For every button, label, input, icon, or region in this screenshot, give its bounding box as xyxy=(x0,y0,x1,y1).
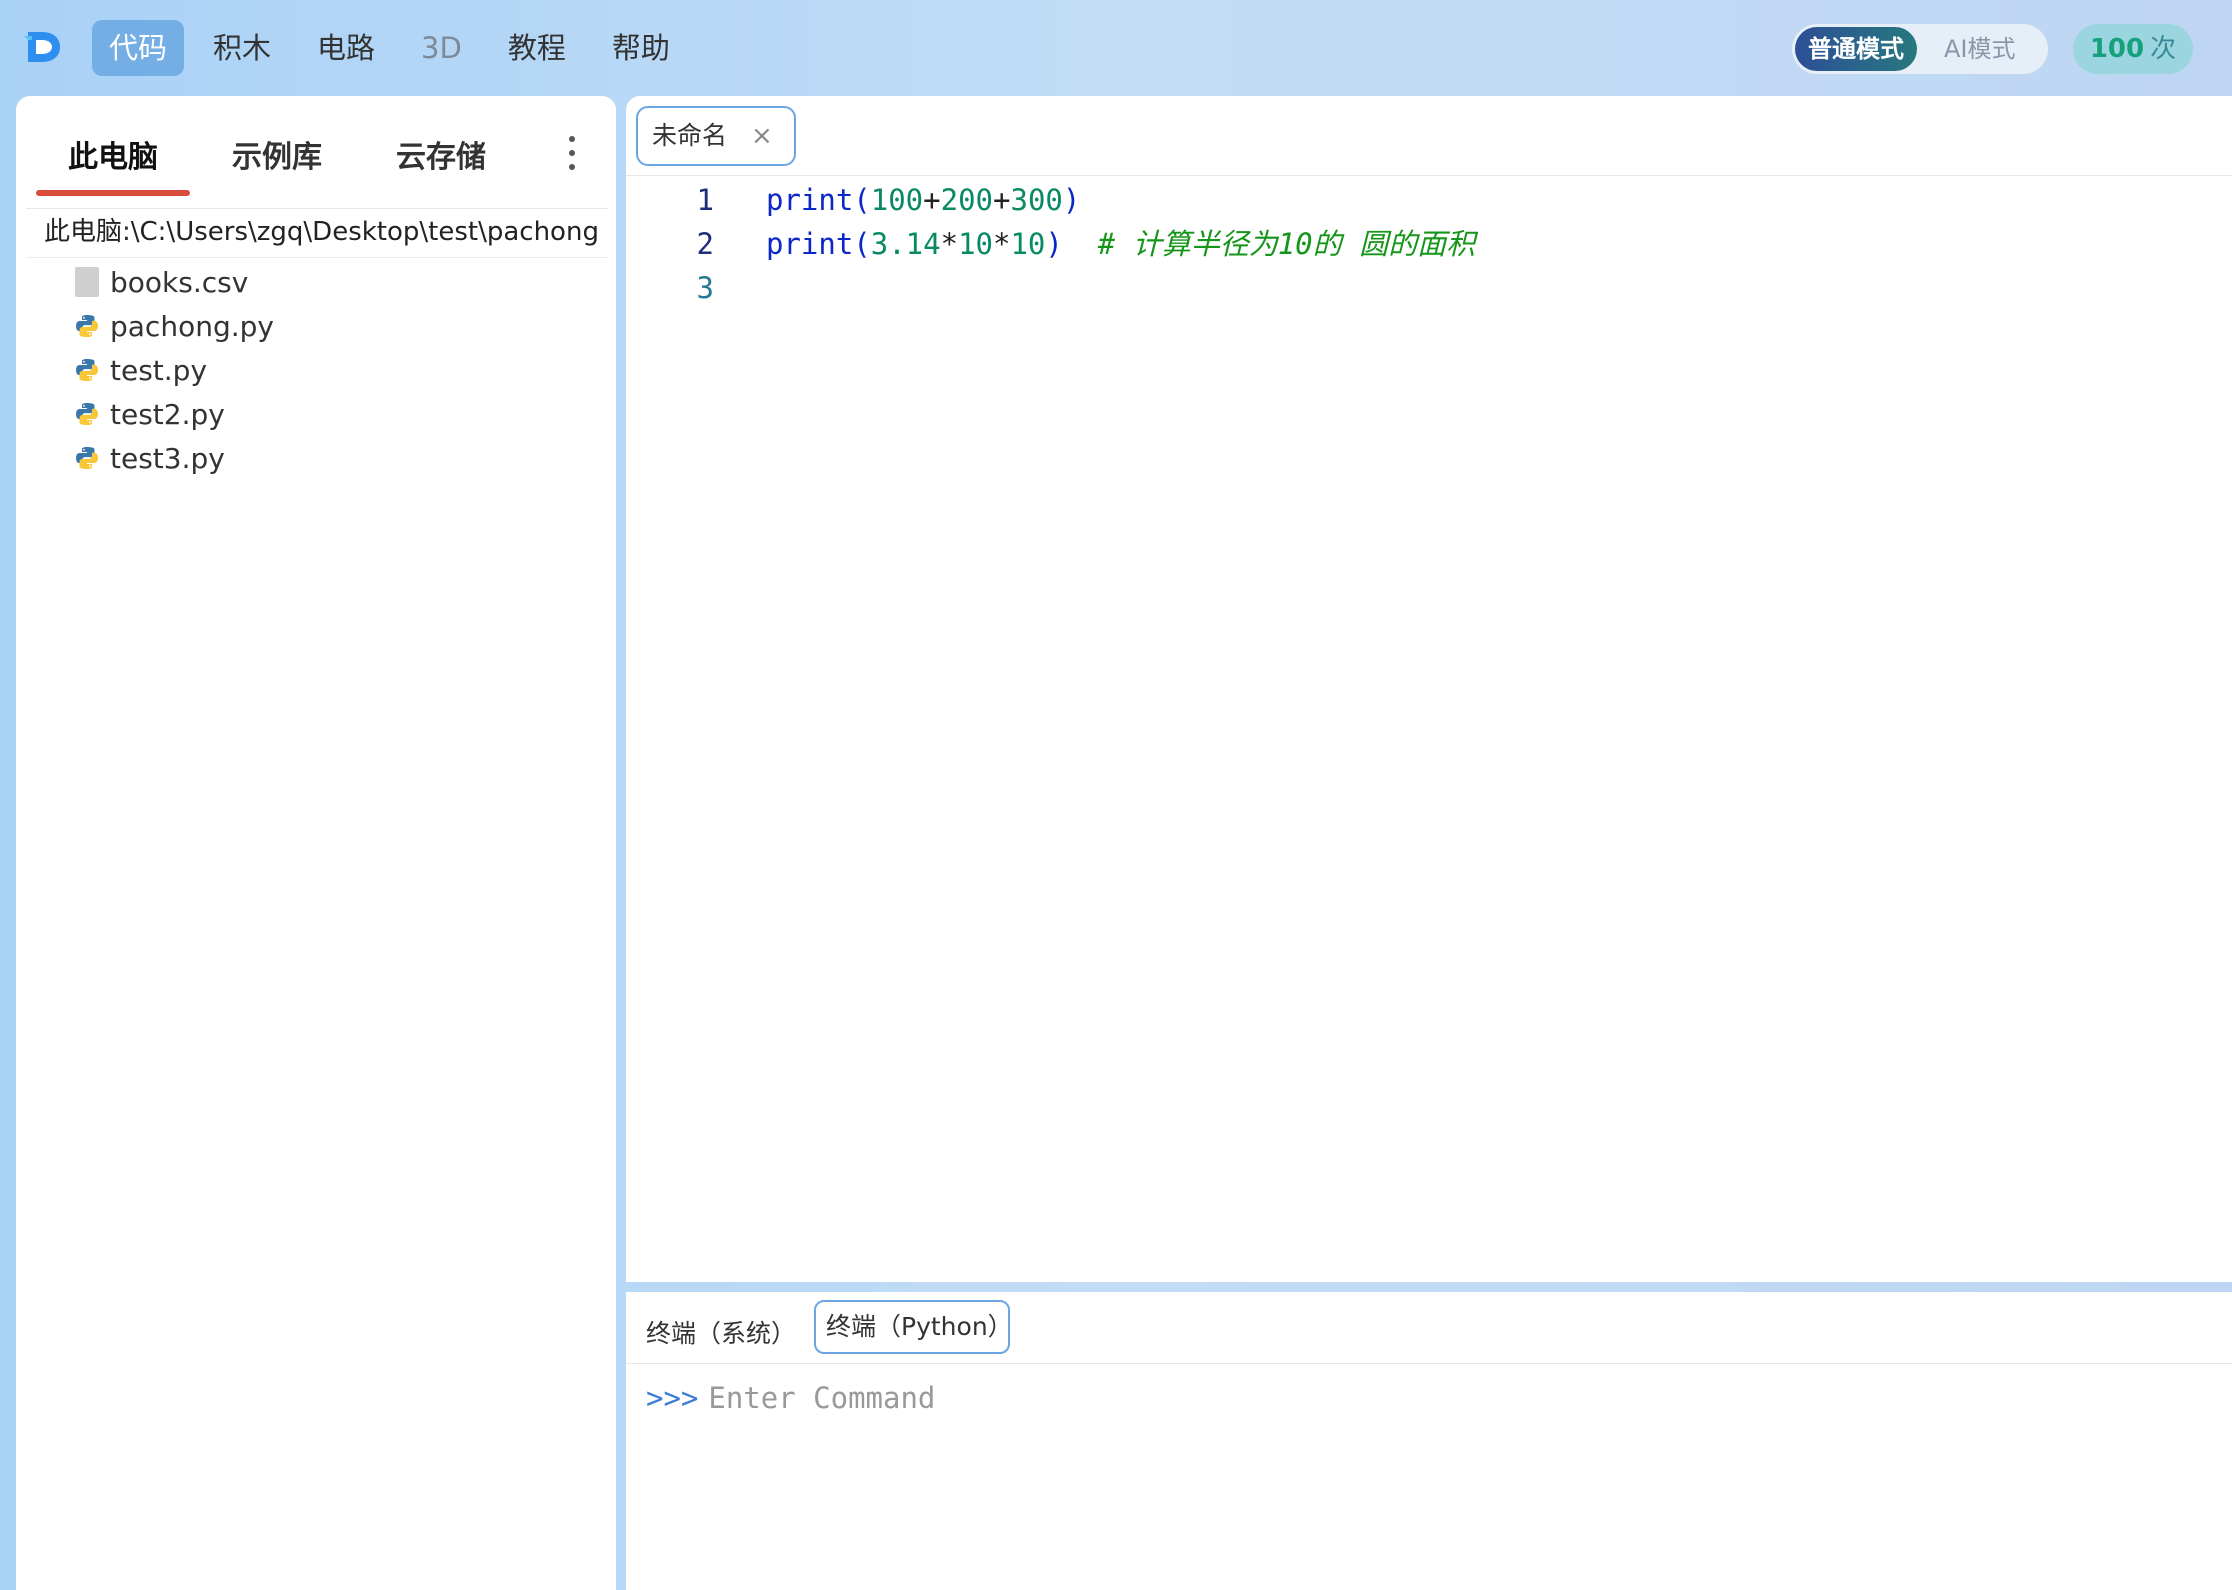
file-name: test3.py xyxy=(110,441,225,475)
nav-tutorial[interactable]: 教程 xyxy=(491,20,583,76)
tab-this-pc[interactable]: 此电脑 xyxy=(68,132,158,176)
file-name: pachong.py xyxy=(110,309,274,343)
code-token: ) xyxy=(1045,227,1063,261)
tab-cloud-storage[interactable]: 云存储 xyxy=(396,132,486,176)
divider xyxy=(626,1363,2232,1364)
main-nav: 代码 积木 电路 3D 教程 帮助 xyxy=(92,20,687,76)
nav-help[interactable]: 帮助 xyxy=(595,20,687,76)
code-token: 10 xyxy=(1010,227,1046,261)
editor-tab-untitled[interactable]: 未命名 × xyxy=(636,106,796,166)
current-path: 此电脑:\C:\Users\zgq\Desktop\test\pachong xyxy=(26,208,608,258)
code-token: 3.14 xyxy=(870,227,941,261)
list-item[interactable]: test3.py xyxy=(74,436,274,480)
command-placeholder: Enter Command xyxy=(708,1381,936,1415)
code-text: print(100+200+300) xyxy=(766,178,1080,222)
tab-terminal-python[interactable]: 终端（Python） xyxy=(814,1300,1013,1354)
code-token: 200 xyxy=(940,183,994,217)
code-token: print( xyxy=(766,227,871,261)
normal-mode-button[interactable]: 普通模式 xyxy=(1795,27,1917,71)
list-item[interactable]: books.csv xyxy=(74,260,274,304)
more-options-icon[interactable] xyxy=(562,136,582,170)
close-icon[interactable]: × xyxy=(751,108,773,164)
line-number: 1 xyxy=(696,183,714,217)
code-line: 1 print(100+200+300) xyxy=(626,178,2232,222)
file-name: books.csv xyxy=(110,265,249,299)
code-area[interactable]: 1 print(100+200+300) 2 print(3.14*10*10)… xyxy=(626,178,2232,310)
command-input[interactable]: >>> Enter Command xyxy=(646,1376,935,1420)
quota-count: 100 xyxy=(2089,34,2145,64)
code-line: 3 xyxy=(626,266,2232,310)
file-sidebar: 此电脑 示例库 云存储 此电脑:\C:\Users\zgq\Desktop\te… xyxy=(16,96,616,1590)
editor-tab-bar: 未命名 × xyxy=(626,96,2232,176)
list-item[interactable]: test.py xyxy=(74,348,274,392)
file-icon xyxy=(74,267,100,297)
python-icon xyxy=(74,355,100,385)
code-comment: # 计算半径为10的 圆的面积 xyxy=(1097,227,1476,261)
top-bar: 代码 积木 电路 3D 教程 帮助 普通模式 AI模式 100 次 xyxy=(0,0,2232,96)
code-token: + xyxy=(993,183,1011,217)
line-number: 2 xyxy=(696,227,714,261)
code-token: + xyxy=(923,183,941,217)
tab-terminal-system[interactable]: 终端（系统） xyxy=(646,1312,796,1356)
code-token: * xyxy=(940,227,959,261)
tab-examples[interactable]: 示例库 xyxy=(232,132,322,176)
usage-quota-badge[interactable]: 100 次 xyxy=(2073,24,2193,74)
sidebar-tabs: 此电脑 示例库 云存储 xyxy=(16,96,616,200)
code-token: 10 xyxy=(958,227,993,261)
nav-code[interactable]: 代码 xyxy=(92,20,185,76)
list-item[interactable]: test2.py xyxy=(74,392,274,436)
prompt-symbol: >>> xyxy=(646,1381,699,1415)
code-token: print( xyxy=(766,183,871,217)
python-icon xyxy=(74,399,100,429)
active-tab-indicator xyxy=(36,190,190,196)
code-token: * xyxy=(993,227,1011,261)
file-name: test2.py xyxy=(110,397,225,431)
code-line: 2 print(3.14*10*10) # 计算半径为10的 圆的面积 xyxy=(626,222,2232,266)
nav-blocks[interactable]: 积木 xyxy=(196,20,288,76)
line-number: 3 xyxy=(696,271,714,305)
ai-mode-button[interactable]: AI模式 xyxy=(1931,27,2029,71)
nav-circuit[interactable]: 电路 xyxy=(300,20,392,76)
code-token: 100 xyxy=(870,183,924,217)
code-editor: 未命名 × 1 print(100+200+300) 2 print(3.14*… xyxy=(626,96,2232,1282)
code-token: ) xyxy=(1062,183,1081,217)
nav-3d[interactable]: 3D xyxy=(404,20,479,76)
app-logo[interactable] xyxy=(22,26,64,68)
terminal-panel: 终端（系统） 终端（Python） >>> Enter Command xyxy=(626,1292,2232,1590)
code-text: print(3.14*10*10) # 计算半径为10的 圆的面积 xyxy=(766,222,1475,266)
quota-unit: 次 xyxy=(2150,34,2177,64)
python-icon xyxy=(74,443,100,473)
file-list: books.csv pachong.py test.py test2.py te… xyxy=(74,260,274,480)
editor-tab-label: 未命名 xyxy=(652,121,728,150)
mode-toggle: 普通模式 AI模式 xyxy=(1792,24,2048,74)
file-name: test.py xyxy=(110,353,208,387)
python-icon xyxy=(74,311,100,341)
list-item[interactable]: pachong.py xyxy=(74,304,274,348)
code-token: 300 xyxy=(1010,183,1063,217)
